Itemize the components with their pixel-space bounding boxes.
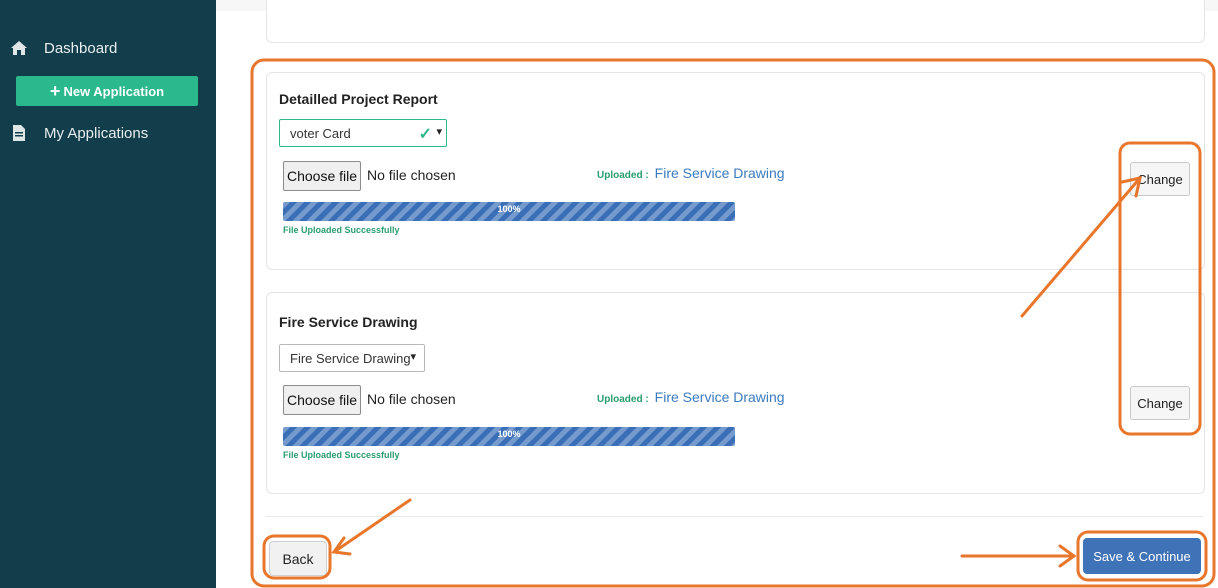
choose-file-button[interactable]: Choose file: [283, 385, 361, 415]
upload-progress-bar: 100%: [283, 427, 735, 446]
check-icon: ✓: [418, 126, 432, 143]
back-button[interactable]: Back: [269, 541, 327, 576]
progress-text: 100%: [497, 429, 521, 439]
uploaded-label: Uploaded :: [597, 170, 649, 181]
document-card-detailed-project-report: Detailled Project Report voter Card ✓ ▾ …: [266, 72, 1205, 270]
select-value: Fire Service Drawing: [290, 350, 411, 366]
progress-text: 100%: [497, 204, 521, 214]
no-file-text: No file chosen: [367, 167, 456, 183]
annotation-arrow-save: [960, 544, 1077, 568]
sidebar-item-my-applications[interactable]: My Applications: [10, 124, 148, 142]
save-continue-button[interactable]: Save & Continue: [1083, 538, 1201, 574]
card-title: Fire Service Drawing: [279, 314, 418, 330]
document-type-select[interactable]: Fire Service Drawing ▾: [279, 344, 425, 372]
choose-file-button[interactable]: Choose file: [283, 161, 361, 191]
change-button[interactable]: Change: [1130, 386, 1190, 420]
sidebar-item-dashboard[interactable]: Dashboard: [10, 39, 117, 57]
previous-card: [266, 0, 1205, 43]
chevron-down-icon: ▾: [410, 351, 416, 363]
divider: [266, 516, 1203, 517]
annotation-arrow-back: [331, 498, 412, 556]
new-application-label: New Application: [63, 83, 165, 99]
sidebar: Dashboard + New Application My Applicati…: [0, 0, 216, 588]
upload-status: File Uploaded Successfully: [283, 225, 400, 235]
sidebar-item-label: Dashboard: [44, 39, 118, 57]
uploaded-value: Fire Service Drawing: [654, 165, 785, 181]
document-type-select[interactable]: voter Card ✓ ▾: [279, 119, 447, 147]
upload-progress-bar: 100%: [283, 202, 735, 221]
document-card-fire-service-drawing: Fire Service Drawing Fire Service Drawin…: [266, 292, 1205, 494]
plus-icon: +: [49, 80, 61, 101]
sidebar-item-label: My Applications: [44, 124, 149, 142]
chevron-down-icon: ▾: [436, 126, 442, 138]
no-file-text: No file chosen: [367, 391, 456, 407]
new-application-button[interactable]: + New Application: [16, 76, 198, 106]
home-icon: [10, 39, 28, 57]
uploaded-info: Uploaded : Fire Service Drawing: [597, 389, 785, 405]
uploaded-label: Uploaded :: [597, 394, 649, 405]
select-value: voter Card: [290, 125, 351, 141]
card-title: Detailled Project Report: [279, 91, 438, 107]
uploaded-info: Uploaded : Fire Service Drawing: [597, 165, 785, 181]
change-button[interactable]: Change: [1130, 162, 1190, 196]
uploaded-value: Fire Service Drawing: [654, 389, 785, 405]
file-icon: [10, 124, 28, 142]
upload-status: File Uploaded Successfully: [283, 450, 400, 460]
